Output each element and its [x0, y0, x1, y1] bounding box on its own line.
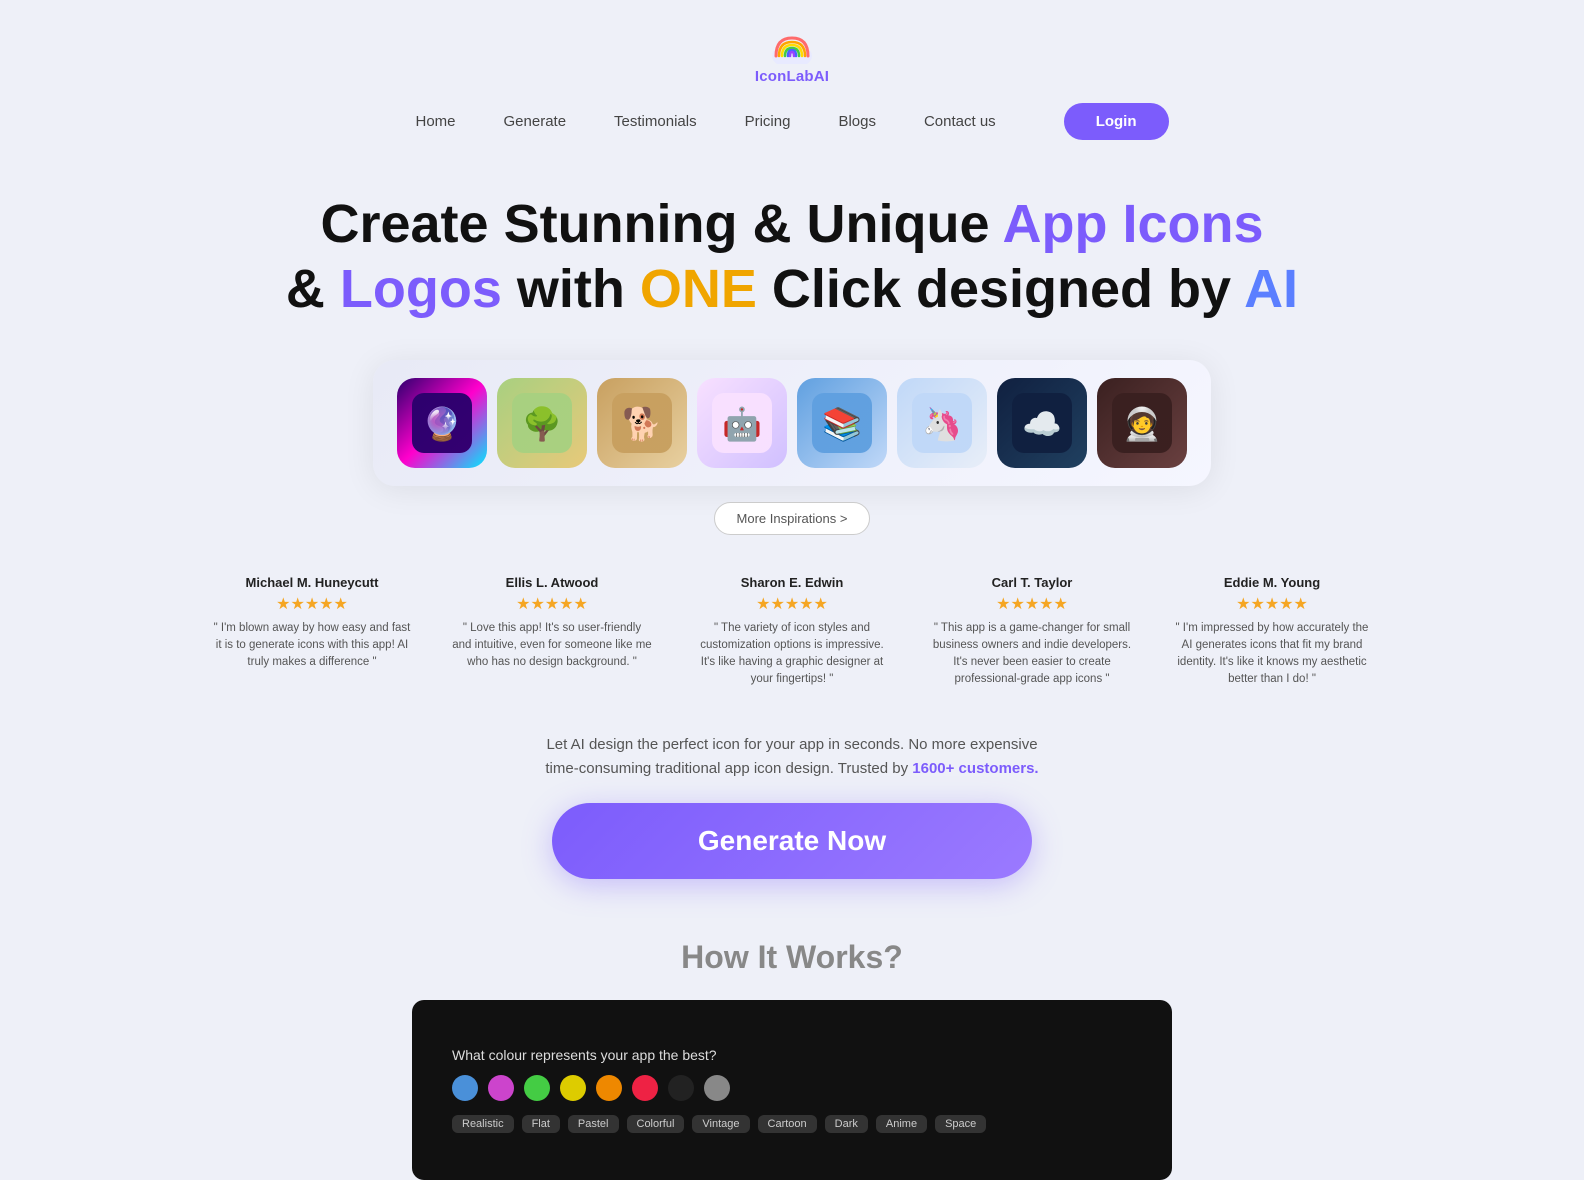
- svg-text:🔮: 🔮: [422, 406, 462, 442]
- hero-app-icons: App Icons: [1003, 194, 1264, 254]
- cta-desc-part2: time-consuming traditional app icon desi…: [545, 760, 912, 777]
- color-dot-black[interactable]: [668, 1075, 694, 1101]
- icon-thumb-robot-blue: 🤖: [697, 378, 787, 468]
- style-tags-row: Realistic Flat Pastel Colorful Vintage C…: [452, 1115, 986, 1133]
- color-dot-orange[interactable]: [596, 1075, 622, 1101]
- generate-now-button[interactable]: Generate Now: [552, 803, 1032, 879]
- hero-ai: AI: [1244, 259, 1298, 319]
- hero-logos: Logos: [340, 259, 502, 319]
- testimonial-text-1: " Love this app! It's so user-friendly a…: [452, 620, 652, 672]
- tag-dark[interactable]: Dark: [825, 1115, 868, 1133]
- header: IconLabAI Home Generate Testimonials Pri…: [0, 0, 1584, 140]
- hero-ampersand: &: [286, 259, 340, 319]
- icon-thumb-tree: 🌳: [497, 378, 587, 468]
- color-dot-yellow[interactable]: [560, 1075, 586, 1101]
- tag-flat[interactable]: Flat: [522, 1115, 560, 1133]
- nav-pricing[interactable]: Pricing: [745, 113, 791, 130]
- tag-space[interactable]: Space: [935, 1115, 986, 1133]
- hero-title: Create Stunning & Unique App Icons & Log…: [40, 192, 1544, 322]
- icon-thumb-robot-teal: 📚: [797, 378, 887, 468]
- tag-realistic[interactable]: Realistic: [452, 1115, 514, 1133]
- icon-gallery-wrapper: 🔮 🌳 🐕 🤖 📚 🦄 ☁️ 🧑‍🚀: [0, 360, 1584, 486]
- login-button[interactable]: Login: [1064, 103, 1169, 140]
- nav-contact[interactable]: Contact us: [924, 113, 996, 130]
- testimonial-stars-1: ★★★★★: [452, 594, 652, 614]
- testimonial-stars-3: ★★★★★: [932, 594, 1132, 614]
- nav-blogs[interactable]: Blogs: [838, 113, 876, 130]
- hero-one: ONE: [640, 259, 757, 319]
- testimonial-name-1: Ellis L. Atwood: [452, 575, 652, 590]
- testimonial-name-0: Michael M. Huneycutt: [212, 575, 412, 590]
- svg-text:🦄: 🦄: [922, 406, 962, 442]
- logo-text: IconLabAI: [755, 68, 829, 85]
- how-video-question: What colour represents your app the best…: [452, 1047, 717, 1063]
- how-video-content: What colour represents your app the best…: [412, 1027, 1172, 1153]
- testimonial-stars-0: ★★★★★: [212, 594, 412, 614]
- hero-section: Create Stunning & Unique App Icons & Log…: [0, 192, 1584, 322]
- svg-text:🤖: 🤖: [722, 406, 762, 442]
- testimonial-name-2: Sharon E. Edwin: [692, 575, 892, 590]
- logo-area: IconLabAI: [755, 28, 829, 85]
- color-dot-green[interactable]: [524, 1075, 550, 1101]
- tag-anime[interactable]: Anime: [876, 1115, 927, 1133]
- testimonial-text-3: " This app is a game-changer for small b…: [932, 620, 1132, 689]
- hero-click: Click designed by: [757, 259, 1244, 319]
- icon-thumb-dog: 🐕: [597, 378, 687, 468]
- color-dot-gray[interactable]: [704, 1075, 730, 1101]
- how-it-works-video: What colour represents your app the best…: [412, 1000, 1172, 1180]
- testimonial-3: Carl T. Taylor ★★★★★ " This app is a gam…: [932, 575, 1132, 689]
- svg-text:🐕: 🐕: [622, 406, 662, 442]
- color-dots-row: [452, 1075, 730, 1101]
- svg-text:☁️: ☁️: [1022, 406, 1062, 442]
- color-dot-blue[interactable]: [452, 1075, 478, 1101]
- tag-cartoon[interactable]: Cartoon: [758, 1115, 817, 1133]
- testimonial-name-3: Carl T. Taylor: [932, 575, 1132, 590]
- testimonial-text-0: " I'm blown away by how easy and fast it…: [212, 620, 412, 672]
- icon-thumb-astronaut: 🧑‍🚀: [1097, 378, 1187, 468]
- nav-testimonials[interactable]: Testimonials: [614, 113, 697, 130]
- svg-text:🌳: 🌳: [522, 405, 562, 442]
- nav-home[interactable]: Home: [415, 113, 455, 130]
- testimonial-0: Michael M. Huneycutt ★★★★★ " I'm blown a…: [212, 575, 412, 689]
- logo-icon: [768, 28, 816, 64]
- tag-vintage[interactable]: Vintage: [692, 1115, 749, 1133]
- testimonial-stars-2: ★★★★★: [692, 594, 892, 614]
- cta-section: Let AI design the perfect icon for your …: [0, 733, 1584, 879]
- cta-customers: 1600+ customers.: [912, 760, 1038, 777]
- cta-description: Let AI design the perfect icon for your …: [40, 733, 1544, 781]
- tag-pastel[interactable]: Pastel: [568, 1115, 619, 1133]
- icon-thumb-unicorn: 🦄: [897, 378, 987, 468]
- hero-with: with: [502, 259, 640, 319]
- testimonial-1: Ellis L. Atwood ★★★★★ " Love this app! I…: [452, 575, 652, 689]
- testimonial-2: Sharon E. Edwin ★★★★★ " The variety of i…: [692, 575, 892, 689]
- hero-line1-plain: Create Stunning & Unique: [320, 194, 1002, 254]
- cta-desc-part1: Let AI design the perfect icon for your …: [546, 736, 1037, 753]
- nav-generate[interactable]: Generate: [504, 113, 567, 130]
- tag-colorful[interactable]: Colorful: [627, 1115, 685, 1133]
- icon-gallery-card: 🔮 🌳 🐕 🤖 📚 🦄 ☁️ 🧑‍🚀: [373, 360, 1211, 486]
- color-dot-red[interactable]: [632, 1075, 658, 1101]
- svg-text:📚: 📚: [822, 406, 862, 442]
- testimonial-text-2: " The variety of icon styles and customi…: [692, 620, 892, 689]
- color-dot-purple[interactable]: [488, 1075, 514, 1101]
- svg-text:🧑‍🚀: 🧑‍🚀: [1122, 406, 1162, 442]
- how-it-works-title: How It Works?: [0, 939, 1584, 976]
- more-inspirations-button[interactable]: More Inspirations >: [714, 502, 871, 535]
- icon-thumb-cloud: ☁️: [997, 378, 1087, 468]
- more-inspirations-wrapper: More Inspirations >: [0, 502, 1584, 535]
- icon-thumb-fire: 🔮: [397, 378, 487, 468]
- how-it-works-section: How It Works? What colour represents you…: [0, 939, 1584, 1180]
- main-nav: Home Generate Testimonials Pricing Blogs…: [415, 103, 1168, 140]
- testimonial-stars-4: ★★★★★: [1172, 594, 1372, 614]
- testimonial-text-4: " I'm impressed by how accurately the AI…: [1172, 620, 1372, 689]
- testimonial-name-4: Eddie M. Young: [1172, 575, 1372, 590]
- testimonials-section: Michael M. Huneycutt ★★★★★ " I'm blown a…: [0, 575, 1584, 689]
- testimonial-4: Eddie M. Young ★★★★★ " I'm impressed by …: [1172, 575, 1372, 689]
